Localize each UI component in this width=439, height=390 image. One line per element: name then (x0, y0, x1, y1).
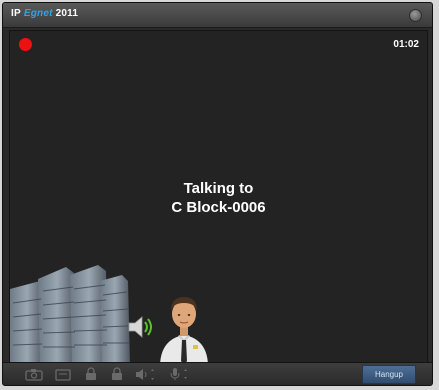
status-line-contact: C Block-0006 (171, 199, 266, 216)
title-prefix: IP (11, 8, 21, 19)
person-avatar-icon (160, 297, 208, 365)
title-brand: Egnet (23, 8, 53, 19)
door-lock-icon[interactable] (85, 367, 97, 381)
call-timer: 01:02 (393, 39, 419, 50)
intercom-window: IP Egnet 2011 01:02 Talking to C Block-000… (2, 2, 433, 386)
buildings-icon (10, 265, 130, 365)
video-stage: 01:02 Talking to C Block-0006 (9, 30, 428, 366)
hangup-button[interactable]: Hangup (362, 365, 416, 384)
title-year: 2011 (55, 8, 79, 19)
recording-indicator-icon (19, 38, 32, 51)
close-button[interactable] (409, 9, 422, 22)
window-title: IP Egnet 2011 (11, 8, 78, 19)
lock-icon[interactable] (111, 367, 123, 381)
status-line-talking: Talking to (183, 180, 254, 197)
camera-icon[interactable] (25, 367, 43, 381)
video-icon[interactable] (55, 367, 71, 381)
speaker-volume-icon (128, 316, 152, 338)
microphone-icon[interactable] (169, 367, 191, 381)
volume-icon[interactable] (135, 367, 157, 381)
call-toolbar: Hangup (3, 362, 432, 385)
title-bar[interactable]: IP Egnet 2011 (3, 3, 432, 28)
call-status: Talking to C Block-0006 (10, 179, 427, 217)
